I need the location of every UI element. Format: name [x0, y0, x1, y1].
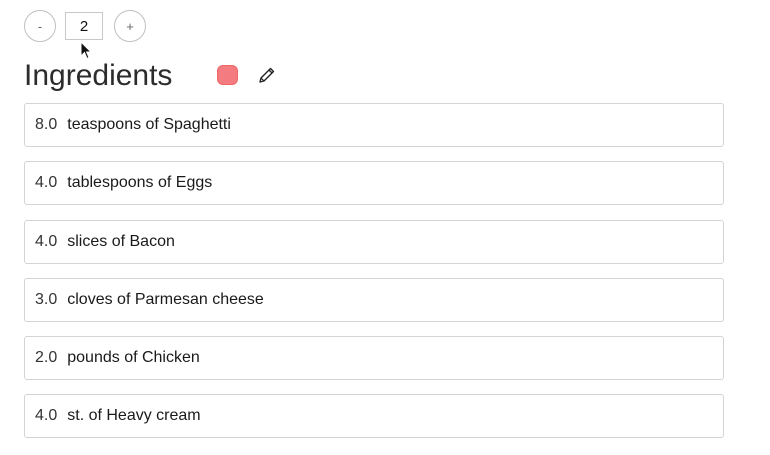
ingredient-text: teaspoons of Spaghetti	[67, 116, 231, 133]
list-item[interactable]: 2.0 pounds of Chicken	[24, 336, 724, 381]
list-item[interactable]: 4.0 tablespoons of Eggs	[24, 161, 724, 206]
ingredient-quantity: 4.0	[35, 232, 58, 250]
ingredient-text: tablespoons of Eggs	[67, 174, 213, 192]
ingredient-text: pounds of Chicken	[67, 349, 200, 367]
ingredients-header: Ingredients	[24, 56, 344, 96]
page-title: Ingredients	[24, 59, 173, 92]
color-swatch[interactable]	[217, 65, 238, 85]
ingredient-quantity: 8.0	[35, 116, 58, 133]
ingredient-quantity: 4.0	[35, 407, 58, 425]
ingredient-list: 8.0 teaspoons of Spaghetti 4.0 tablespoo…	[24, 103, 724, 453]
edit-button[interactable]	[255, 63, 279, 87]
servings-control: - +	[24, 10, 154, 44]
servings-count-input[interactable]	[65, 12, 103, 40]
increment-button[interactable]: +	[114, 10, 146, 42]
ingredient-text: st. of Heavy cream	[67, 407, 201, 425]
ingredient-quantity: 3.0	[35, 290, 58, 308]
pencil-icon	[259, 67, 275, 83]
ingredient-quantity: 4.0	[35, 174, 58, 192]
ingredient-text: cloves of Parmesan cheese	[67, 290, 264, 308]
list-item[interactable]: 8.0 teaspoons of Spaghetti	[24, 103, 724, 147]
ingredient-text: slices of Bacon	[67, 232, 175, 250]
list-item[interactable]: 4.0 st. of Heavy cream	[24, 394, 724, 439]
list-item[interactable]: 4.0 slices of Bacon	[24, 219, 724, 264]
decrement-button[interactable]: -	[24, 10, 56, 42]
list-item[interactable]: 3.0 cloves of Parmesan cheese	[24, 277, 724, 322]
ingredient-quantity: 2.0	[35, 349, 58, 367]
